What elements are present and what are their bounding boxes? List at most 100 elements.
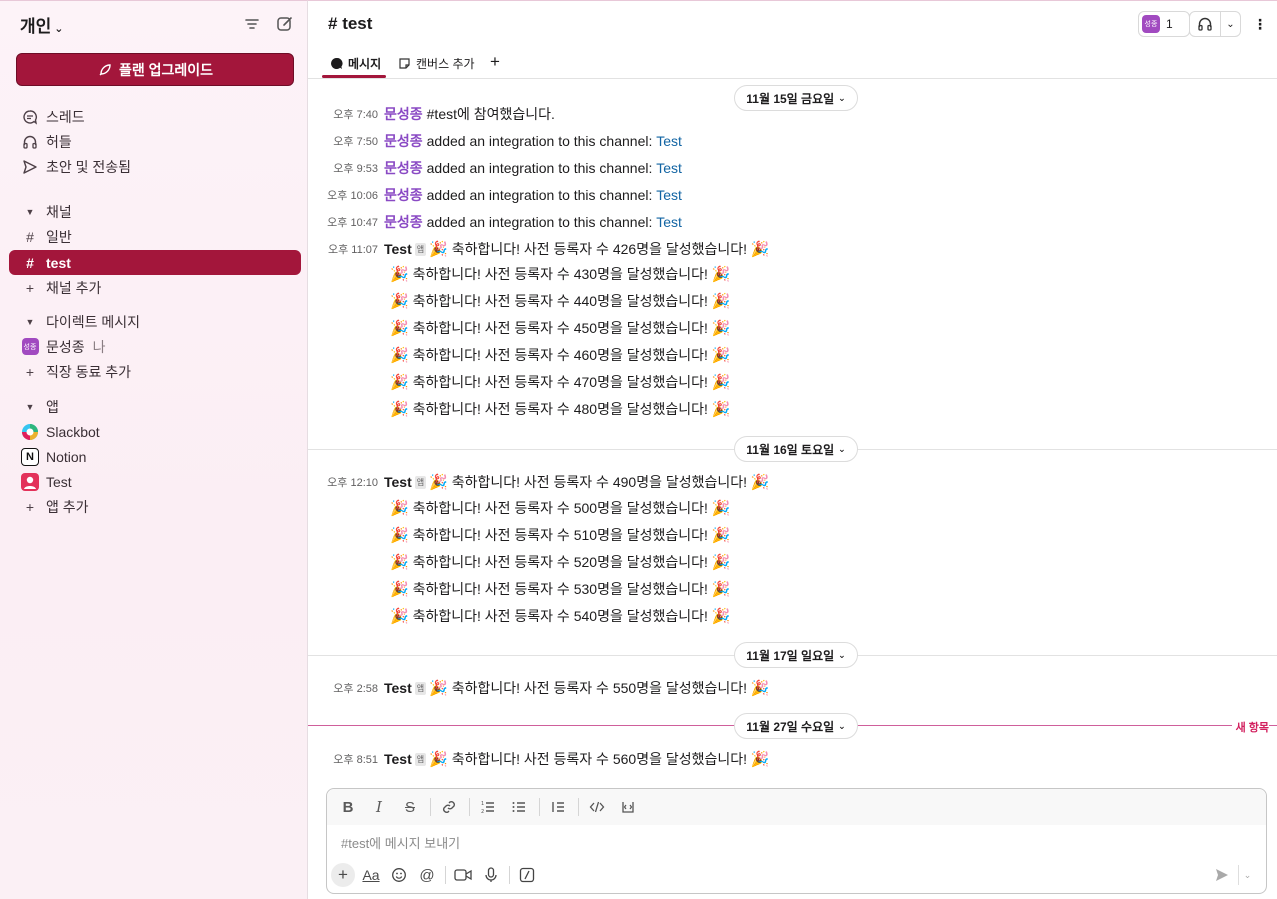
message-continuation[interactable]: 🎉 축하합니다! 사전 등록자 수 530명을 달성했습니다! 🎉 bbox=[390, 578, 730, 600]
party-popper-icon: 🎉 bbox=[711, 554, 731, 571]
link-icon[interactable] bbox=[436, 794, 462, 820]
message-continuation[interactable]: 🎉 축하합니다! 사전 등록자 수 500명을 달성했습니다! 🎉 bbox=[390, 497, 730, 519]
tab-add-canvas[interactable]: 캔버스 추가 bbox=[398, 55, 475, 72]
sidebar-item-test-app[interactable]: Test bbox=[9, 469, 301, 494]
bullet-list-icon[interactable] bbox=[506, 794, 532, 820]
chevron-down-icon[interactable]: ⌄ bbox=[1220, 12, 1240, 36]
message-row[interactable]: 오후 11:07 Test 앱 🎉 축하합니다! 사전 등록자 수 426명을 달성했… bbox=[308, 238, 1277, 260]
mention-icon[interactable]: @ bbox=[415, 863, 439, 887]
member-avatar: 성종 bbox=[1142, 15, 1160, 33]
add-coworker-button[interactable]: + 직장 동료 추가 bbox=[9, 359, 301, 384]
message-author[interactable]: 문성종 bbox=[384, 185, 423, 205]
integration-link[interactable]: Test bbox=[656, 160, 682, 176]
message-row[interactable]: 오후 2:58 Test 앱 🎉 축하합니다! 사전 등록자 수 550명을 달성했습… bbox=[308, 677, 1277, 699]
message-continuation[interactable]: 🎉 축하합니다! 사전 등록자 수 480명을 달성했습니다! 🎉 bbox=[390, 398, 730, 420]
add-app-button[interactable]: + 앱 추가 bbox=[9, 494, 301, 519]
message-author[interactable]: 문성종 bbox=[384, 212, 423, 232]
emoji-icon[interactable] bbox=[387, 863, 411, 887]
message-continuation[interactable]: 🎉 축하합니다! 사전 등록자 수 430명을 달성했습니다! 🎉 bbox=[390, 263, 730, 285]
message-row[interactable]: 오후 9:53 문성종 added an integration to this c… bbox=[308, 157, 1277, 179]
date-separator[interactable]: 11월 16일 토요일 ⌄ bbox=[734, 436, 858, 462]
message-row[interactable]: 오후 10:06 문성종 added an integration to this … bbox=[308, 184, 1277, 206]
message-continuation[interactable]: 🎉 축하합니다! 사전 등록자 수 470명을 달성했습니다! 🎉 bbox=[390, 371, 730, 393]
message-author[interactable]: Test bbox=[384, 474, 412, 490]
formatting-toggle-icon[interactable]: Aa bbox=[359, 863, 383, 887]
message-time[interactable]: 오후 2:58 bbox=[308, 680, 378, 696]
integration-link[interactable]: Test bbox=[656, 187, 682, 203]
message-continuation[interactable]: 🎉 축하합니다! 사전 등록자 수 450명을 달성했습니다! 🎉 bbox=[390, 317, 730, 339]
bold-icon[interactable]: B bbox=[335, 794, 361, 820]
ordered-list-icon[interactable]: 12 bbox=[475, 794, 501, 820]
sidebar-item-huddles[interactable]: 허들 bbox=[9, 129, 301, 154]
message-author[interactable]: Test bbox=[384, 680, 412, 696]
message-time[interactable]: 오후 9:53 bbox=[308, 160, 378, 176]
message-row[interactable]: 오후 12:10 Test 앱 🎉 축하합니다! 사전 등록자 수 490명을 달성했… bbox=[308, 471, 1277, 493]
message-time[interactable]: 오후 11:07 bbox=[308, 241, 378, 257]
apps-section-header[interactable]: ▼ 앱 bbox=[9, 394, 301, 419]
message-author[interactable]: Test bbox=[384, 751, 412, 767]
microphone-icon[interactable] bbox=[479, 863, 503, 887]
message-time[interactable]: 오후 7:40 bbox=[308, 106, 378, 122]
video-icon[interactable] bbox=[451, 863, 475, 887]
send-icon[interactable] bbox=[1214, 867, 1230, 883]
message-row[interactable]: 오후 7:50 문성종 added an integration to this c… bbox=[308, 130, 1277, 152]
sidebar-item-drafts[interactable]: 초안 및 전송됨 bbox=[9, 154, 301, 179]
message-continuation[interactable]: 🎉 축하합니다! 사전 등록자 수 440명을 달성했습니다! 🎉 bbox=[390, 290, 730, 312]
channels-section-header[interactable]: ▼ 채널 bbox=[9, 199, 301, 224]
sidebar-item-label: Notion bbox=[46, 448, 87, 465]
notion-icon: N bbox=[20, 447, 40, 466]
date-separator[interactable]: 11월 27일 수요일 ⌄ bbox=[734, 713, 858, 739]
sidebar-item-notion[interactable]: N Notion bbox=[9, 444, 301, 469]
sidebar-item-slackbot[interactable]: Slackbot bbox=[9, 419, 301, 444]
add-tab-button[interactable]: + bbox=[490, 52, 500, 72]
party-popper-icon: 🎉 bbox=[390, 347, 409, 364]
more-options-icon[interactable]: ⋮ bbox=[1252, 13, 1268, 35]
message-time[interactable]: 오후 8:51 bbox=[308, 751, 378, 767]
blockquote-icon[interactable] bbox=[545, 794, 571, 820]
integration-link[interactable]: Test bbox=[656, 133, 682, 149]
strikethrough-icon[interactable]: S bbox=[397, 794, 423, 820]
message-continuation[interactable]: 🎉 축하합니다! 사전 등록자 수 540명을 달성했습니다! 🎉 bbox=[390, 605, 730, 627]
message-row[interactable]: 오후 10:47 문성종 added an integration to this … bbox=[308, 211, 1277, 233]
message-input[interactable]: #test에 메시지 보내기 bbox=[341, 833, 460, 852]
date-separator[interactable]: 11월 17일 일요일 ⌄ bbox=[734, 642, 858, 668]
message-author[interactable]: Test bbox=[384, 241, 412, 257]
user-avatar: 성종 bbox=[20, 338, 40, 355]
sidebar-item-dm-user[interactable]: 성종 문성종 나 bbox=[9, 334, 301, 359]
sidebar-item-test[interactable]: # test bbox=[9, 250, 301, 275]
italic-icon[interactable]: I bbox=[366, 794, 392, 820]
plus-icon[interactable]: + bbox=[331, 863, 355, 887]
tab-messages[interactable]: 메시지 bbox=[330, 55, 381, 72]
members-button[interactable]: 성종 1 bbox=[1138, 11, 1190, 37]
message-continuation[interactable]: 🎉 축하합니다! 사전 등록자 수 460명을 달성했습니다! 🎉 bbox=[390, 344, 730, 366]
message-time[interactable]: 오후 10:06 bbox=[308, 187, 378, 203]
message-author[interactable]: 문성종 bbox=[384, 158, 423, 178]
message-row[interactable]: 오후 8:51 Test 앱 🎉 축하합니다! 사전 등록자 수 560명을 달성했습… bbox=[308, 748, 1277, 770]
integration-link[interactable]: Test bbox=[656, 214, 682, 230]
message-time[interactable]: 오후 7:50 bbox=[308, 133, 378, 149]
message-continuation[interactable]: 🎉 축하합니다! 사전 등록자 수 510명을 달성했습니다! 🎉 bbox=[390, 524, 730, 546]
message-author[interactable]: 문성종 bbox=[384, 131, 423, 151]
add-channel-button[interactable]: + 채널 추가 bbox=[9, 275, 301, 300]
shortcuts-icon[interactable] bbox=[515, 863, 539, 887]
code-block-icon[interactable] bbox=[615, 794, 641, 820]
message-author[interactable]: 문성종 bbox=[384, 104, 423, 124]
message-row[interactable]: 오후 7:40 문성종 #test에 참여했습니다. bbox=[308, 103, 1277, 125]
dm-section-header[interactable]: ▼ 다이렉트 메시지 bbox=[9, 309, 301, 334]
message-time[interactable]: 오후 12:10 bbox=[308, 474, 378, 490]
sidebar-item-threads[interactable]: 스레드 bbox=[9, 104, 301, 129]
channel-title[interactable]: # test bbox=[328, 14, 372, 34]
huddle-button[interactable]: ⌄ bbox=[1189, 11, 1241, 37]
message-time[interactable]: 오후 10:47 bbox=[308, 214, 378, 230]
filter-icon[interactable] bbox=[243, 15, 261, 33]
sidebar-item-general[interactable]: # 일반 bbox=[9, 224, 301, 249]
plus-icon: + bbox=[25, 363, 35, 380]
code-icon[interactable] bbox=[584, 794, 610, 820]
chevron-down-icon[interactable]: ⌄ bbox=[1238, 865, 1256, 885]
sidebar-item-label: Slackbot bbox=[46, 423, 100, 440]
party-popper-icon: 🎉 bbox=[390, 401, 409, 418]
workspace-switcher[interactable]: 개인 ⌄ bbox=[20, 12, 64, 37]
compose-icon[interactable] bbox=[276, 15, 294, 33]
message-continuation[interactable]: 🎉 축하합니다! 사전 등록자 수 520명을 달성했습니다! 🎉 bbox=[390, 551, 730, 573]
upgrade-plan-button[interactable]: 플랜 업그레이드 bbox=[16, 53, 294, 86]
